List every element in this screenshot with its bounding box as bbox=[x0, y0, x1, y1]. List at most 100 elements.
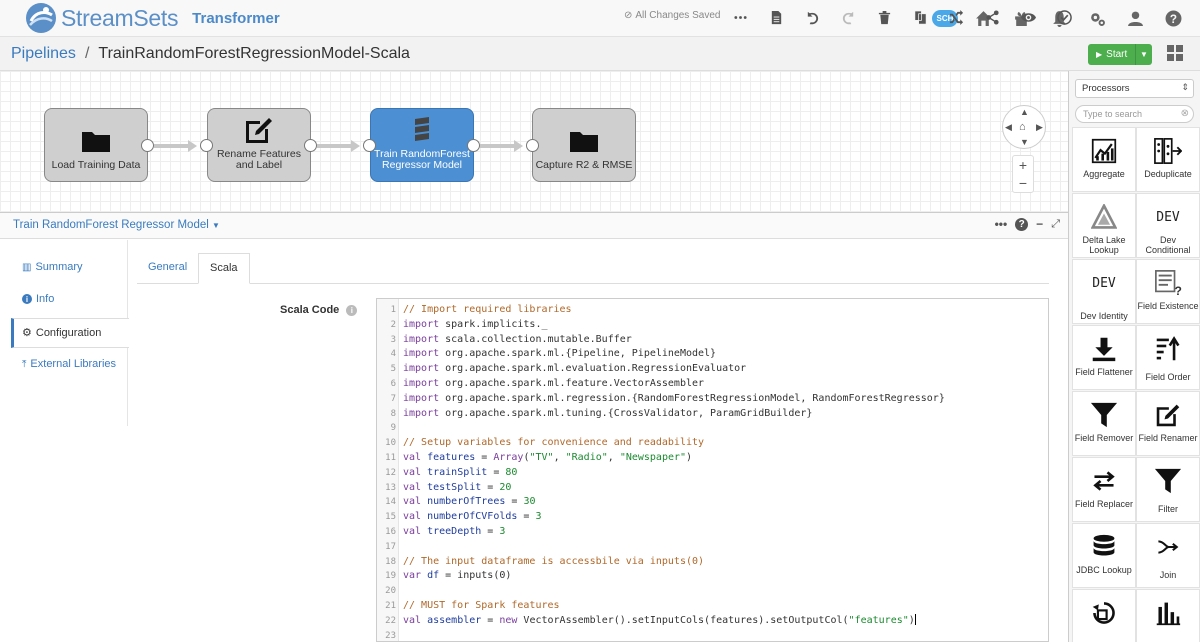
stage-field-order[interactable]: Field Order bbox=[1136, 325, 1200, 390]
line-content: // MUST for Spark features bbox=[403, 600, 560, 611]
pan-up-icon[interactable]: ▲ bbox=[1020, 107, 1029, 117]
clear-search-icon[interactable]: ⊗ bbox=[1181, 108, 1189, 119]
input-port[interactable] bbox=[526, 139, 539, 152]
preview-button[interactable] bbox=[1010, 0, 1046, 34]
stage-dev-identity[interactable]: DEV Dev Identity bbox=[1072, 259, 1136, 324]
nav-label: External Libraries bbox=[30, 358, 117, 370]
palette-item-label: Filter bbox=[1158, 504, 1178, 514]
line-number: 17 bbox=[385, 541, 396, 552]
svg-text:?: ? bbox=[1169, 13, 1176, 26]
stage-label: Train RandomForest Regressor Model bbox=[374, 148, 470, 171]
redo-button[interactable] bbox=[830, 0, 866, 34]
download-icon bbox=[1092, 337, 1116, 362]
stage-join[interactable]: Join bbox=[1136, 523, 1200, 588]
input-port[interactable] bbox=[363, 139, 376, 152]
stage-aggregate[interactable]: Aggregate bbox=[1072, 127, 1136, 192]
input-port[interactable] bbox=[200, 139, 213, 152]
nav-summary[interactable]: ▥ Summary bbox=[22, 261, 83, 273]
nav-external-libraries[interactable]: ⤒ External Libraries bbox=[22, 358, 116, 370]
grid-icon[interactable] bbox=[1166, 44, 1184, 62]
output-port[interactable] bbox=[304, 139, 317, 152]
search-placeholder: Type to search bbox=[1083, 109, 1143, 119]
undo-button[interactable] bbox=[794, 0, 830, 34]
stage-rename-features[interactable]: Rename Features and Label bbox=[207, 108, 311, 182]
nav-configuration[interactable]: ⚙ Configuration bbox=[22, 326, 101, 340]
svg-text:?: ? bbox=[1175, 284, 1182, 297]
palette-item-label: JDBC Lookup bbox=[1076, 565, 1132, 575]
validate-button[interactable] bbox=[1046, 0, 1082, 34]
stage-deduplicate[interactable]: Deduplicate bbox=[1136, 127, 1200, 192]
pipeline-canvas[interactable]: Load Training Data Rename Features and L… bbox=[0, 71, 1068, 213]
canvas-pan-control[interactable]: ▲ ◀ ⌂ ▶ ▼ bbox=[1002, 105, 1046, 149]
stage-dev-conditional[interactable]: DEV Dev Conditional bbox=[1136, 193, 1200, 258]
more-button[interactable] bbox=[722, 0, 758, 34]
pan-left-icon[interactable]: ◀ bbox=[1005, 122, 1012, 133]
scala-code-editor[interactable]: 1 // Import required libraries 2 import spa… bbox=[376, 298, 1049, 642]
pan-right-icon[interactable]: ▶ bbox=[1036, 122, 1043, 133]
zoom-out-button[interactable]: − bbox=[1019, 175, 1027, 191]
stage-field-existence[interactable]: ? Field Existence bbox=[1136, 259, 1200, 324]
start-button[interactable]: ▶ Start ▼ bbox=[1088, 44, 1152, 65]
stage-field-flattener[interactable]: Field Flattener bbox=[1072, 325, 1136, 390]
info-icon[interactable]: i bbox=[346, 304, 358, 316]
stage-filter[interactable]: Filter bbox=[1136, 457, 1200, 522]
config-panel-icons: ••• ? − ⤢ bbox=[995, 217, 1060, 231]
zoom-in-button[interactable]: + bbox=[1019, 157, 1027, 173]
expand-icon[interactable]: ⤢ bbox=[1051, 218, 1060, 231]
start-label: Start bbox=[1106, 49, 1128, 60]
stage-field-replacer[interactable]: Field Replacer bbox=[1072, 457, 1136, 522]
more-dots-icon[interactable]: ••• bbox=[995, 217, 1008, 231]
line-content: // Import required libraries bbox=[403, 304, 572, 315]
delete-button[interactable] bbox=[866, 0, 902, 34]
line-content: val trainSplit = 80 bbox=[403, 466, 518, 478]
profile-icon bbox=[1156, 602, 1181, 626]
stage-train-randomforest[interactable]: Train RandomForest Regressor Model bbox=[370, 108, 474, 182]
stage-profile[interactable] bbox=[1136, 589, 1200, 642]
line-content: val treeDepth = 3 bbox=[403, 526, 506, 537]
stage-field-renamer[interactable]: Field Renamer bbox=[1136, 391, 1200, 456]
nav-label: Summary bbox=[35, 261, 83, 273]
stage-repartition[interactable] bbox=[1072, 589, 1136, 642]
stage-delta-lake-lookup[interactable]: Delta Lake Lookup bbox=[1072, 193, 1136, 258]
text-cursor bbox=[914, 614, 916, 626]
stage-capture-r2-rmse[interactable]: Capture R2 & RMSE bbox=[532, 108, 636, 182]
line-number: 16 bbox=[385, 527, 396, 537]
share-button[interactable] bbox=[974, 0, 1010, 34]
help-button[interactable]: ? bbox=[1154, 0, 1192, 37]
config-panel-title[interactable]: Train RandomForest Regressor Model ▼ bbox=[13, 219, 220, 231]
connector-1 bbox=[154, 144, 190, 148]
breadcrumb-pipelines[interactable]: Pipelines bbox=[11, 45, 76, 63]
stage-field-remover[interactable]: Field Remover bbox=[1072, 391, 1136, 456]
tab-scala[interactable]: Scala bbox=[198, 253, 250, 284]
trash-icon bbox=[878, 10, 890, 24]
line-number: 15 bbox=[385, 512, 396, 523]
document-button[interactable] bbox=[758, 0, 794, 34]
line-content: import spark.implicits._ bbox=[403, 318, 548, 330]
duplicate-button[interactable] bbox=[902, 0, 938, 34]
stage-load-training-data[interactable]: Load Training Data bbox=[44, 108, 148, 182]
user-button[interactable] bbox=[1116, 0, 1154, 37]
stage-label: Rename Features and Label bbox=[216, 148, 302, 171]
config-panel-header: Train RandomForest Regressor Model ▼ •••… bbox=[0, 213, 1068, 239]
stage-category-select[interactable]: Processors bbox=[1075, 79, 1194, 98]
tab-general[interactable]: General bbox=[137, 253, 198, 284]
settings-button[interactable] bbox=[1078, 0, 1116, 37]
output-port[interactable] bbox=[467, 139, 480, 152]
line-content: val assembler = new VectorAssembler().se… bbox=[403, 614, 916, 626]
minimize-icon[interactable]: − bbox=[1036, 217, 1043, 231]
help-icon[interactable]: ? bbox=[1015, 217, 1029, 231]
nav-info[interactable]: i Info bbox=[22, 293, 54, 305]
start-options-caret[interactable]: ▼ bbox=[1135, 44, 1152, 65]
share-icon bbox=[985, 9, 999, 25]
stage-search-input[interactable]: Type to search ⊗ bbox=[1075, 105, 1194, 123]
output-port[interactable] bbox=[141, 139, 154, 152]
pan-home-icon[interactable]: ⌂ bbox=[1019, 121, 1026, 133]
caret-down-icon: ▼ bbox=[212, 221, 220, 230]
connector-3 bbox=[480, 144, 516, 148]
line-number: 5 bbox=[390, 364, 396, 375]
shuffle-button[interactable] bbox=[938, 0, 974, 34]
palette-item-label: Field Renamer bbox=[1138, 433, 1198, 443]
logo[interactable]: StreamSets Transformer bbox=[24, 1, 280, 35]
stage-jdbc-lookup[interactable]: JDBC Lookup bbox=[1072, 523, 1136, 588]
pan-down-icon[interactable]: ▼ bbox=[1020, 137, 1029, 147]
